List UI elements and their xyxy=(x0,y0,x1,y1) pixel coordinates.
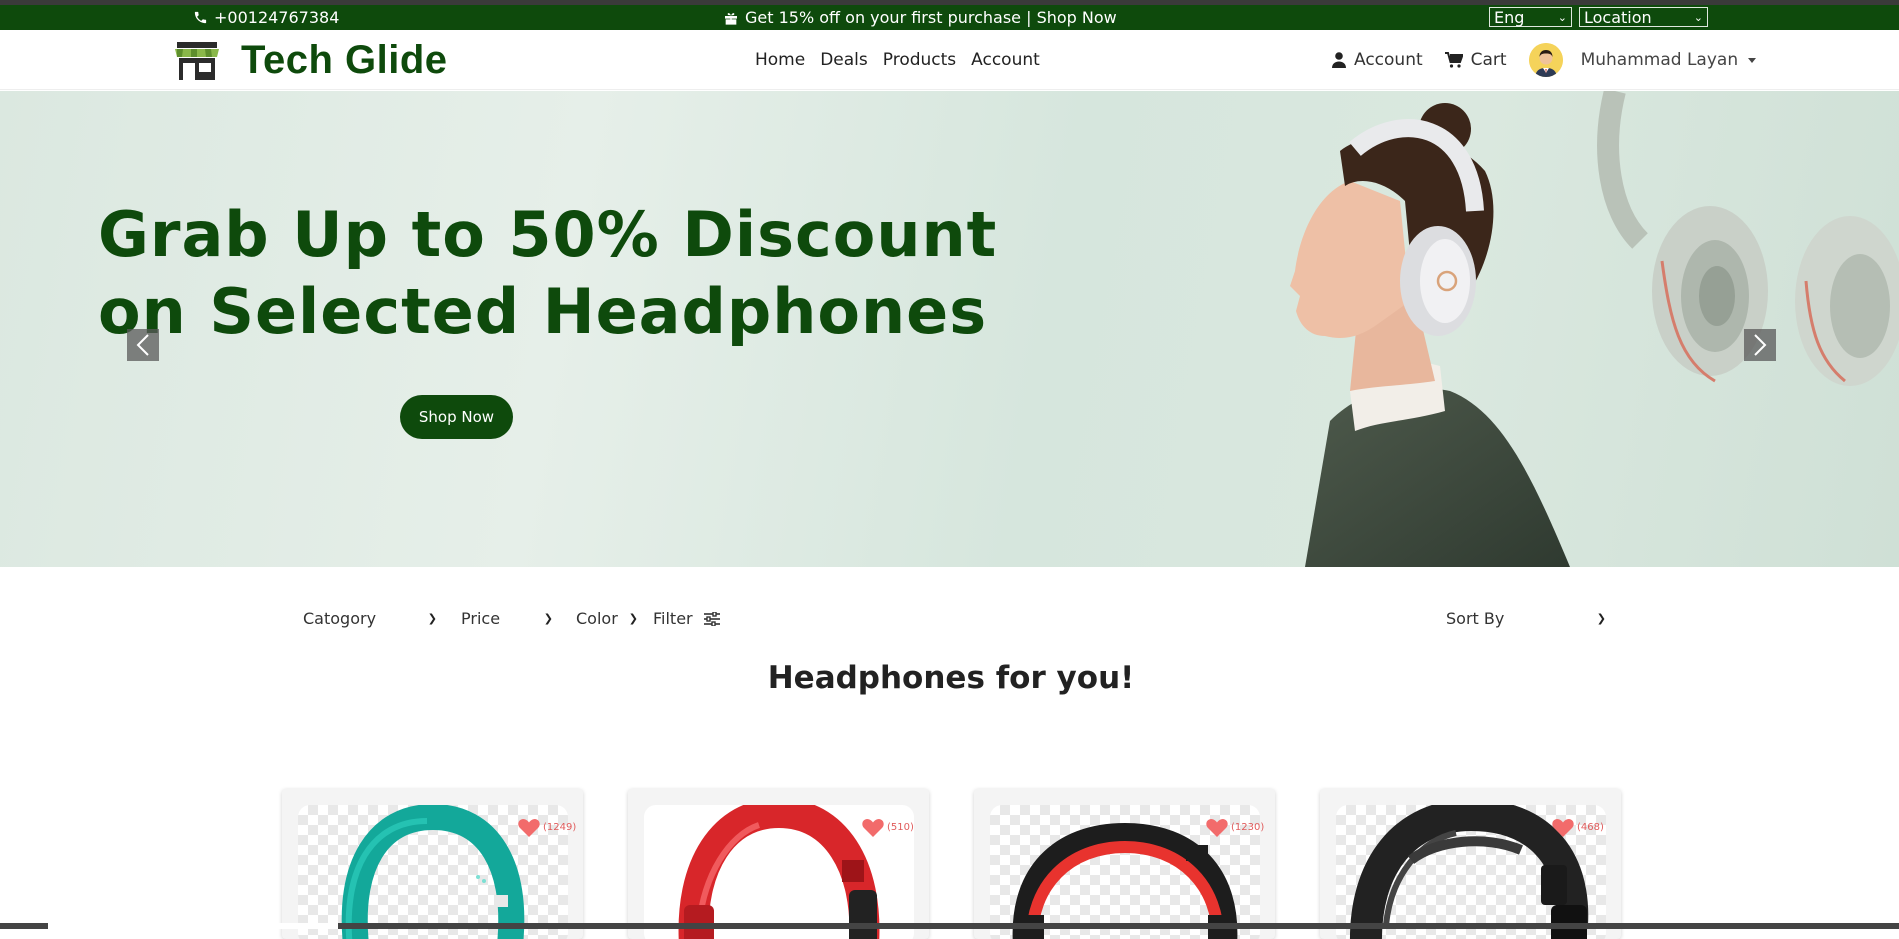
color-filter[interactable]: Color ❯ xyxy=(576,609,638,628)
user-avatar-icon xyxy=(1528,43,1563,77)
review-count: (1230) xyxy=(1231,822,1265,833)
user-menu[interactable]: Muhammad Layan xyxy=(1581,50,1757,70)
carousel-next-button[interactable] xyxy=(1744,329,1776,361)
hero-title: Grab Up to 50% Discount on Selected Head… xyxy=(98,196,997,350)
promo-phone[interactable]: +00124767384 xyxy=(193,8,339,27)
shop-now-button[interactable]: Shop Now xyxy=(400,395,513,439)
chevron-right-icon xyxy=(1754,334,1767,356)
phone-number: +00124767384 xyxy=(214,8,340,27)
nav-deals[interactable]: Deals xyxy=(820,50,868,70)
language-value: Eng xyxy=(1494,7,1525,27)
filter-bar: Catogory ❯ Price ❯ Color ❯ Filter Sort B… xyxy=(0,600,1899,640)
favorite-toggle[interactable]: (1249) xyxy=(518,818,576,837)
product-card[interactable]: (510) xyxy=(628,789,929,939)
caret-down-icon xyxy=(1748,57,1757,63)
main-navbar: Tech Glide Home Deals Products Account A… xyxy=(0,30,1899,90)
review-count: (1249) xyxy=(543,822,577,833)
promo-bar: +00124767384 Get 15% off on your first p… xyxy=(0,5,1899,30)
promo-offer[interactable]: Get 15% off on your first purchase | Sho… xyxy=(723,8,1117,27)
color-label: Color xyxy=(576,609,618,628)
avatar[interactable] xyxy=(1528,43,1563,77)
nav-products[interactable]: Products xyxy=(883,50,956,70)
cart-link[interactable]: Cart xyxy=(1444,50,1507,70)
carousel-prev-button[interactable] xyxy=(127,329,159,361)
hero-title-line-2: on Selected Headphones xyxy=(98,275,988,348)
heart-icon xyxy=(518,819,540,837)
sliders-icon xyxy=(704,611,720,626)
price-label: Price xyxy=(461,609,501,628)
category-filter[interactable]: Catogory ❯ xyxy=(303,609,437,628)
account-label: Account xyxy=(1354,50,1423,70)
product-card[interactable]: (1249) xyxy=(282,789,583,939)
brand-logo[interactable]: Tech Glide xyxy=(173,38,448,83)
sort-label: Sort By xyxy=(1446,609,1505,628)
review-count: (510) xyxy=(887,822,914,833)
account-link[interactable]: Account xyxy=(1332,50,1423,70)
chevron-down-icon: ❯ xyxy=(543,612,553,625)
language-select[interactable]: Eng ⌄ xyxy=(1489,7,1572,27)
chevron-down-icon: ❯ xyxy=(1596,612,1606,625)
location-value: Location xyxy=(1584,7,1652,27)
filter-label: Filter xyxy=(653,609,693,628)
filter-button[interactable]: Filter xyxy=(653,609,720,628)
nav-links: Home Deals Products Account xyxy=(755,50,1040,70)
favorite-toggle[interactable]: (468) xyxy=(1552,818,1604,837)
store-icon xyxy=(175,41,219,80)
chevron-down-icon: ⌄ xyxy=(1557,10,1567,24)
price-filter[interactable]: Price ❯ xyxy=(461,609,553,628)
scrollbar-thumb[interactable] xyxy=(48,923,338,929)
product-card[interactable]: (1230) xyxy=(974,789,1275,939)
hero-banner: Grab Up to 50% Discount on Selected Head… xyxy=(0,91,1899,567)
horizontal-scrollbar[interactable] xyxy=(0,923,1899,929)
nav-account[interactable]: Account xyxy=(971,50,1040,70)
sort-by-select[interactable]: Sort By ❯ xyxy=(1446,609,1606,628)
chevron-down-icon: ⌄ xyxy=(1693,10,1703,24)
phone-icon xyxy=(194,11,207,24)
nav-home[interactable]: Home xyxy=(755,50,805,70)
hero-title-line-1: Grab Up to 50% Discount xyxy=(98,198,998,271)
cart-icon xyxy=(1444,52,1463,68)
section-title: Headphones for you! xyxy=(767,660,1135,696)
cart-label: Cart xyxy=(1470,50,1507,70)
brand-name: Tech Glide xyxy=(241,38,448,82)
user-name: Muhammad Layan xyxy=(1580,50,1739,70)
favorite-toggle[interactable]: (1230) xyxy=(1206,818,1264,837)
heart-icon xyxy=(862,819,884,837)
user-icon xyxy=(1332,52,1346,68)
favorite-toggle[interactable]: (510) xyxy=(862,818,914,837)
heart-icon xyxy=(1552,819,1574,837)
chevron-down-icon: ❯ xyxy=(628,612,638,625)
headphones-model-image xyxy=(1290,91,1899,567)
chevron-left-icon xyxy=(136,334,149,356)
offer-text: Get 15% off on your first purchase | Sho… xyxy=(745,8,1117,27)
product-card[interactable]: (468) xyxy=(1320,789,1621,939)
gift-icon xyxy=(725,12,737,25)
heart-icon xyxy=(1206,819,1228,837)
chevron-down-icon: ❯ xyxy=(427,612,437,625)
location-select[interactable]: Location ⌄ xyxy=(1579,7,1708,27)
category-label: Catogory xyxy=(303,609,377,628)
review-count: (468) xyxy=(1577,822,1604,833)
